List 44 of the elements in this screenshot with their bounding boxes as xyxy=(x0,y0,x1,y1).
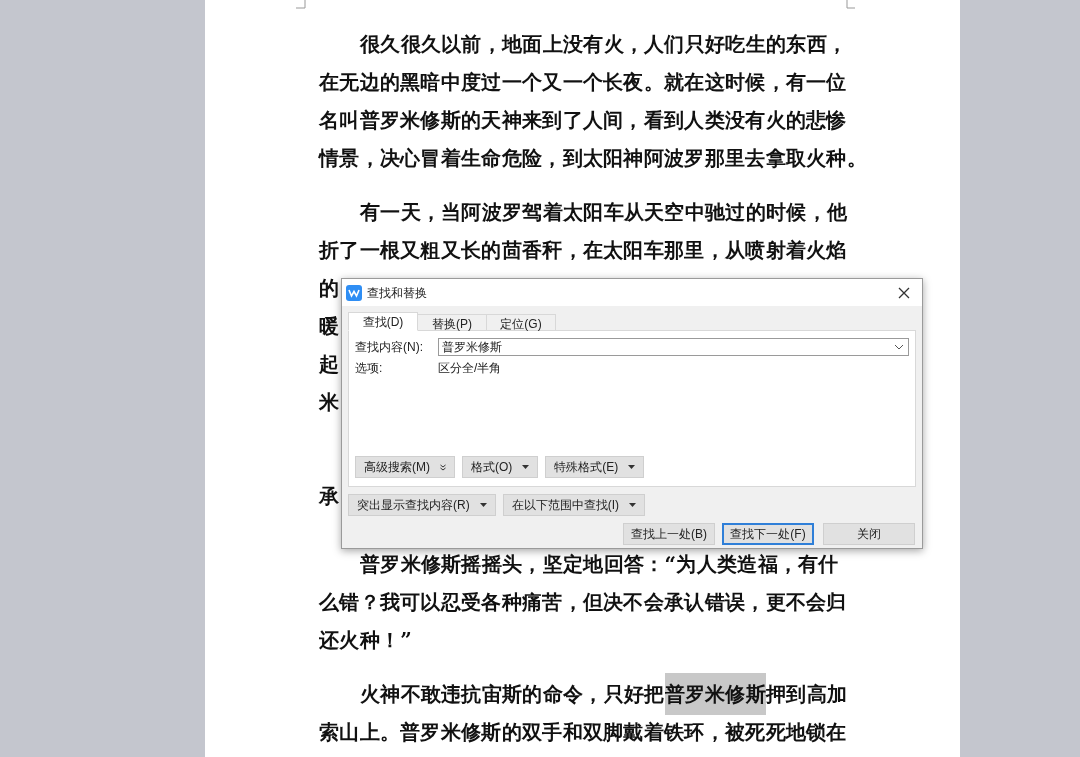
text-line: 的 xyxy=(319,275,340,302)
dialog-title: 查找和替换 xyxy=(367,284,427,302)
text-line: 折了一根又粗又长的茴香秆，在太阳车那里，从喷射着火焰 xyxy=(319,237,847,264)
margin-corner-icon xyxy=(296,0,306,9)
text-line: 么错？我可以忍受各种痛苦，但决不会承认错误，更不会归 xyxy=(319,589,847,616)
text-line: 火神不敢违抗宙斯的命令，只好把 xyxy=(359,681,665,708)
text-line: 暖 xyxy=(319,313,340,340)
dropdown-button[interactable]: 突出显示查找内容(R) xyxy=(348,494,496,516)
text-line: 起 xyxy=(319,351,340,378)
caret-down-icon xyxy=(522,465,530,469)
options-value: 区分全/半角 xyxy=(438,360,502,377)
action-button[interactable]: 关闭 xyxy=(823,523,915,545)
text-line: 在无边的黑暗中度过一个又一个长夜。就在这时候，有一位 xyxy=(319,69,847,96)
tab[interactable]: 替换(P) xyxy=(417,314,487,331)
options-label: 选项: xyxy=(355,360,384,377)
dropdown-button[interactable]: 特殊格式(E) xyxy=(545,456,645,478)
action-button[interactable]: 查找上一处(B) xyxy=(623,523,715,545)
text-line: 普罗米修斯摇摇头，坚定地回答：“为人类造福，有什 xyxy=(359,551,839,578)
text-line: 名叫普罗米修斯的天神来到了人间，看到人类没有火的悲惨 xyxy=(319,107,847,134)
text-line: 押到高加 xyxy=(766,681,848,708)
dropdown-button[interactable]: 高级搜索(M) xyxy=(355,456,455,478)
text-line: 情景，决心冒着生命危险，到太阳神阿波罗那里去拿取火种。 xyxy=(319,145,868,172)
caret-down-icon xyxy=(479,503,487,507)
text-line: 米 xyxy=(319,389,340,416)
text-line: 还火种！” xyxy=(319,627,412,654)
dropdown-button[interactable]: 格式(O) xyxy=(462,456,539,478)
app-logo-icon xyxy=(346,284,362,301)
find-input-field[interactable]: 普罗米修斯 xyxy=(438,337,909,356)
chevron-down-icon xyxy=(894,343,904,350)
text-line: 很久很久以前，地面上没有火，人们只好吃生的东西， xyxy=(358,31,848,58)
double-chevron-down-icon xyxy=(440,463,446,471)
text-line: 索山上。普罗米修斯的双手和双脚戴着铁环，被死死地锁在 xyxy=(319,719,847,746)
dropdown-button[interactable]: 在以下范围中查找(I) xyxy=(502,494,645,516)
tab[interactable]: 查找(D) xyxy=(348,312,418,331)
tab[interactable]: 定位(G) xyxy=(486,314,556,331)
caret-down-icon xyxy=(628,465,636,469)
close-icon xyxy=(898,286,910,299)
action-button[interactable]: 查找下一处(F) xyxy=(722,523,814,545)
text-line: 承 xyxy=(319,483,340,510)
caret-down-icon xyxy=(629,503,636,507)
highlighted-match: 普罗米修斯 xyxy=(664,673,766,715)
text-line: 有一天，当阿波罗驾着太阳车从天空中驰过的时候，他 xyxy=(359,199,848,226)
field-label: 查找内容(N): xyxy=(355,338,424,356)
margin-corner-icon xyxy=(846,0,856,9)
